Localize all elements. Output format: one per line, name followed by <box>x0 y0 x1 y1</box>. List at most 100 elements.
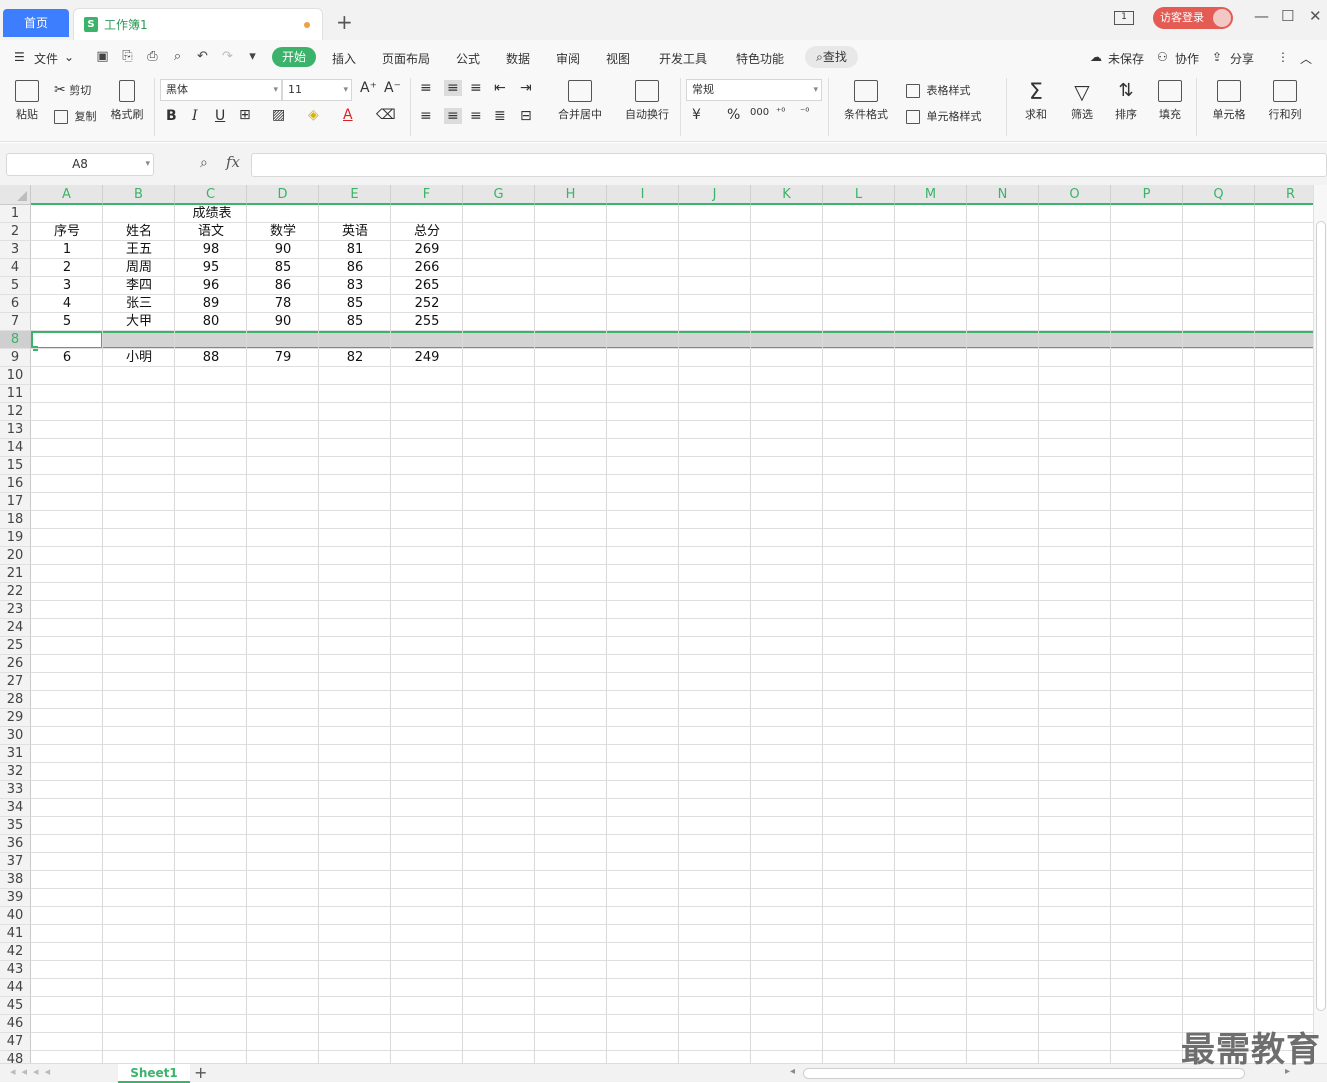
close-icon[interactable]: ✕ <box>1309 7 1322 25</box>
column-header-p[interactable]: P <box>1111 185 1183 205</box>
share-button[interactable]: 分享 <box>1230 50 1254 67</box>
cell-f5[interactable]: 265 <box>391 277 463 295</box>
row-header-39[interactable]: 39 <box>0 889 31 907</box>
header-cell-a[interactable]: 序号 <box>31 223 103 241</box>
cell-a7[interactable]: 5 <box>31 313 103 331</box>
login-button[interactable]: 访客登录 <box>1153 7 1233 29</box>
row-header-15[interactable]: 15 <box>0 457 31 475</box>
cell-e9[interactable]: 82 <box>319 349 391 367</box>
cell-d7[interactable]: 90 <box>247 313 319 331</box>
formula-input[interactable] <box>251 153 1327 177</box>
header-cell-b[interactable]: 姓名 <box>103 223 175 241</box>
distribute-icon[interactable]: ⊟ <box>520 108 532 124</box>
cond-format-button[interactable]: 条件格式 <box>836 80 896 122</box>
copy-button[interactable]: 复制 <box>54 108 97 124</box>
cell-c5[interactable]: 96 <box>175 277 247 295</box>
align-left-icon[interactable]: ≡ <box>420 108 432 124</box>
sheet-nav-arrows-icon[interactable]: ◂◂◂◂ <box>10 1065 56 1078</box>
column-header-c[interactable]: C <box>175 185 247 205</box>
fx-button[interactable]: fx <box>226 153 240 171</box>
cell-e5[interactable]: 83 <box>319 277 391 295</box>
indent-increase-icon[interactable]: ⇥ <box>520 80 532 96</box>
italic-button[interactable]: I <box>192 108 198 124</box>
row-header-12[interactable]: 12 <box>0 403 31 421</box>
cell-e3[interactable]: 81 <box>319 241 391 259</box>
row-header-7[interactable]: 7 <box>0 313 31 331</box>
font-size-select[interactable]: 11 <box>282 79 352 101</box>
decrease-decimal-icon[interactable]: ⁻⁰ <box>800 107 809 118</box>
border-icon[interactable]: ⊞ <box>239 107 251 123</box>
row-header-16[interactable]: 16 <box>0 475 31 493</box>
indent-decrease-icon[interactable]: ⇤ <box>494 80 506 96</box>
search-button[interactable]: ⌕查找 <box>805 46 858 68</box>
row-header-8[interactable]: 8 <box>0 331 31 349</box>
row-header-9[interactable]: 9 <box>0 349 31 367</box>
cut-button[interactable]: ✂ 剪切 <box>54 82 91 98</box>
header-cell-f[interactable]: 总分 <box>391 223 463 241</box>
column-header-e[interactable]: E <box>319 185 391 205</box>
row-header-24[interactable]: 24 <box>0 619 31 637</box>
menu-review[interactable]: 审阅 <box>556 50 580 67</box>
chevron-down-icon[interactable]: ⌄ <box>64 50 74 64</box>
cell-a3[interactable]: 1 <box>31 241 103 259</box>
header-cell-e[interactable]: 英语 <box>319 223 391 241</box>
align-middle-icon[interactable]: ≡ <box>444 80 462 96</box>
hamburger-icon[interactable]: ☰ <box>14 50 25 64</box>
cell-b4[interactable]: 周周 <box>103 259 175 277</box>
collapse-ribbon-icon[interactable]: ︿ <box>1300 50 1312 67</box>
vertical-scroll-thumb[interactable] <box>1316 221 1326 1011</box>
save-icon[interactable]: ▣ <box>95 49 110 64</box>
row-header-17[interactable]: 17 <box>0 493 31 511</box>
column-header-k[interactable]: K <box>751 185 823 205</box>
cell-d5[interactable]: 86 <box>247 277 319 295</box>
cell-b3[interactable]: 王五 <box>103 241 175 259</box>
wrap-text-button[interactable]: 自动换行 <box>620 80 674 122</box>
row-header-29[interactable]: 29 <box>0 709 31 727</box>
justify-icon[interactable]: ≣ <box>494 108 506 124</box>
font-color-icon[interactable]: A <box>343 107 353 123</box>
tab-workbook[interactable]: S 工作簿1 <box>73 8 323 40</box>
new-tab-button[interactable]: + <box>336 10 353 34</box>
cell-d4[interactable]: 85 <box>247 259 319 277</box>
font-shrink-icon[interactable]: A⁻ <box>384 80 401 96</box>
cell-b5[interactable]: 李四 <box>103 277 175 295</box>
sort-button[interactable]: ⇅ 排序 <box>1106 80 1146 122</box>
paste-button[interactable]: 粘贴 <box>8 80 46 122</box>
cell-f9[interactable]: 249 <box>391 349 463 367</box>
column-header-i[interactable]: I <box>607 185 679 205</box>
row-header-11[interactable]: 11 <box>0 385 31 403</box>
cell-a4[interactable]: 2 <box>31 259 103 277</box>
row-header-23[interactable]: 23 <box>0 601 31 619</box>
cell-d6[interactable]: 78 <box>247 295 319 313</box>
row-header-2[interactable]: 2 <box>0 223 31 241</box>
undo-icon[interactable]: ↶ <box>195 49 210 64</box>
horizontal-scrollbar[interactable] <box>803 1068 1245 1079</box>
header-cell-c[interactable]: 语文 <box>175 223 247 241</box>
underline-button[interactable]: U <box>215 108 225 124</box>
column-header-l[interactable]: L <box>823 185 895 205</box>
currency-button[interactable]: ¥ <box>692 107 701 123</box>
row-header-35[interactable]: 35 <box>0 817 31 835</box>
menu-dev-tools[interactable]: 开发工具 <box>659 50 707 67</box>
row-header-32[interactable]: 32 <box>0 763 31 781</box>
column-header-g[interactable]: G <box>463 185 535 205</box>
cell-d3[interactable]: 90 <box>247 241 319 259</box>
row-header-36[interactable]: 36 <box>0 835 31 853</box>
font-name-select[interactable]: 黑体 <box>160 79 282 101</box>
filter-button[interactable]: ▽ 筛选 <box>1062 80 1102 122</box>
header-cell-d[interactable]: 数学 <box>247 223 319 241</box>
row-header-22[interactable]: 22 <box>0 583 31 601</box>
row-header-1[interactable]: 1 <box>0 205 31 223</box>
collab-button[interactable]: 协作 <box>1175 50 1199 67</box>
column-header-a[interactable]: A <box>31 185 103 205</box>
row-header-18[interactable]: 18 <box>0 511 31 529</box>
sheet-title-cell[interactable]: 成绩表 <box>176 205 248 223</box>
row-header-42[interactable]: 42 <box>0 943 31 961</box>
row-header-21[interactable]: 21 <box>0 565 31 583</box>
row-header-45[interactable]: 45 <box>0 997 31 1015</box>
more-icon[interactable]: ⋮ <box>1277 50 1289 64</box>
row-header-25[interactable]: 25 <box>0 637 31 655</box>
tab-home[interactable]: 首页 <box>3 9 69 37</box>
unsaved-status[interactable]: 未保存 <box>1108 50 1144 67</box>
row-header-5[interactable]: 5 <box>0 277 31 295</box>
